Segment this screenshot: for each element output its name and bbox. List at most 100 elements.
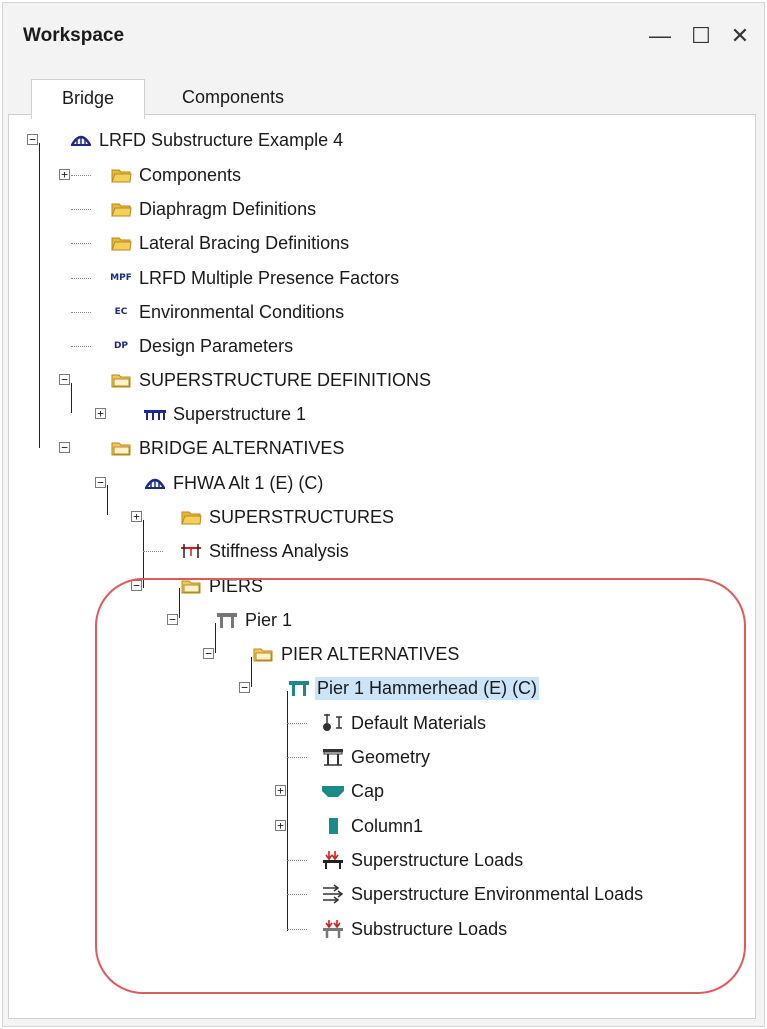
- tree-item-stiffness-analysis[interactable]: Stiffness Analysis: [179, 536, 351, 566]
- super-loads-icon: [321, 849, 345, 871]
- collapse-toggle[interactable]: −: [59, 442, 70, 453]
- expand-toggle[interactable]: +: [275, 785, 286, 796]
- tree-item-label: Default Materials: [351, 712, 487, 733]
- tree-item-label: SUPERSTRUCTURE DEFINITIONS: [139, 369, 432, 390]
- tree-item-superstructure-loads[interactable]: Superstructure Loads: [321, 845, 525, 875]
- geometry-icon: [321, 746, 345, 768]
- stiffness-icon: [179, 540, 203, 562]
- tree-item-bridge-alternatives[interactable]: BRIDGE ALTERNATIVES: [109, 433, 346, 463]
- folder-icon: [109, 198, 133, 220]
- tree-item-label: Superstructure Environmental Loads: [351, 883, 644, 904]
- dp-abbr: DP: [113, 341, 129, 351]
- pier-teal-icon: [287, 677, 311, 699]
- minimize-button[interactable]: —: [643, 19, 677, 53]
- bridge-tree: − + − + − − + − − − − + + LRFD Substruct…: [8, 114, 756, 1019]
- tree-item-diaphragm-definitions[interactable]: Diaphragm Definitions: [109, 194, 318, 224]
- tree-line: [107, 485, 108, 515]
- expand-toggle[interactable]: +: [131, 511, 142, 522]
- folder-icon: [109, 164, 133, 186]
- collapse-toggle[interactable]: −: [167, 614, 178, 625]
- tree-branch: [71, 209, 91, 210]
- tree-item-substructure-loads[interactable]: Substructure Loads: [321, 914, 509, 944]
- ec-icon: EC: [109, 301, 133, 323]
- tree-item-pier-alternatives[interactable]: PIER ALTERNATIVES: [251, 639, 461, 669]
- tree-item-label: Column1: [351, 815, 424, 836]
- tree-item-multiple-presence-factors[interactable]: MPF LRFD Multiple Presence Factors: [109, 263, 401, 293]
- tree-branch: [71, 243, 91, 244]
- collapse-toggle[interactable]: −: [95, 477, 106, 488]
- tree-item-geometry[interactable]: Geometry: [321, 742, 432, 772]
- cap-icon: [321, 780, 345, 802]
- girder-icon: [143, 403, 167, 425]
- tree-item-superstructure-1[interactable]: Superstructure 1: [143, 399, 308, 429]
- tree-item-superstructure-definitions[interactable]: SUPERSTRUCTURE DEFINITIONS: [109, 365, 433, 395]
- collapse-toggle[interactable]: −: [59, 374, 70, 385]
- tree-item-label: SUPERSTRUCTURES: [209, 506, 395, 527]
- tab-bridge[interactable]: Bridge: [31, 79, 145, 119]
- tree-item-label: Superstructure Loads: [351, 849, 524, 870]
- tree-branch: [287, 929, 307, 930]
- tree-item-label: Components: [139, 164, 242, 185]
- tree-item-fhwa-alt-1[interactable]: FHWA Alt 1 (E) (C): [143, 468, 325, 498]
- expand-toggle[interactable]: +: [275, 820, 286, 831]
- close-button[interactable]: ✕: [723, 19, 757, 53]
- tree-item-default-materials[interactable]: Default Materials: [321, 708, 488, 738]
- tab-components[interactable]: Components: [151, 79, 315, 119]
- tree-item-label: Pier 1: [245, 609, 293, 630]
- tree-item-label: LRFD Multiple Presence Factors: [139, 267, 400, 288]
- collapse-toggle[interactable]: −: [239, 682, 250, 693]
- tree-branch: [287, 860, 307, 861]
- tree-line: [287, 691, 288, 931]
- tree-branch: [287, 894, 307, 895]
- tree-root-label: LRFD Substructure Example 4: [99, 129, 344, 150]
- tree-item-label: Lateral Bracing Definitions: [139, 232, 350, 253]
- bridge-arch-icon: [143, 472, 167, 494]
- tree-item-environmental-conditions[interactable]: EC Environmental Conditions: [109, 297, 346, 327]
- tree-item-label: PIER ALTERNATIVES: [281, 643, 460, 664]
- expand-toggle[interactable]: +: [95, 408, 106, 419]
- window-title: Workspace: [23, 25, 125, 46]
- dp-icon: DP: [109, 335, 133, 357]
- tree-item-label: BRIDGE ALTERNATIVES: [139, 437, 345, 458]
- tree-item-superstructure-environmental-loads[interactable]: Superstructure Environmental Loads: [321, 879, 645, 909]
- tree-item-label-selected: Pier 1 Hammerhead (E) (C): [315, 676, 540, 700]
- tree-item-label: Substructure Loads: [351, 918, 508, 939]
- wind-loads-icon: [321, 883, 345, 905]
- sub-loads-icon: [321, 918, 345, 940]
- tree-item-label: PIERS: [209, 575, 264, 596]
- tree-item-cap[interactable]: Cap: [321, 776, 386, 806]
- tree-line: [39, 143, 40, 448]
- folder-open-icon: [179, 575, 203, 597]
- tree-item-column1[interactable]: Column1: [321, 811, 425, 841]
- tree-branch: [287, 757, 307, 758]
- tree-root[interactable]: LRFD Substructure Example 4: [69, 125, 345, 155]
- materials-icon: [321, 712, 345, 734]
- tree-item-label: Design Parameters: [139, 335, 294, 356]
- title-bar: Workspace — ☐ ✕: [3, 3, 764, 67]
- tab-strip: Bridge Components: [3, 79, 764, 119]
- expand-toggle[interactable]: +: [59, 169, 70, 180]
- collapse-toggle[interactable]: −: [131, 580, 142, 591]
- collapse-toggle[interactable]: −: [27, 134, 38, 145]
- collapse-toggle[interactable]: −: [203, 648, 214, 659]
- maximize-button[interactable]: ☐: [684, 19, 718, 53]
- mpf-abbr: MPF: [110, 273, 132, 283]
- tree-item-pier-1-hammerhead[interactable]: Pier 1 Hammerhead (E) (C): [287, 673, 540, 703]
- tree-item-components[interactable]: Components: [109, 160, 243, 190]
- tree-item-piers[interactable]: PIERS: [179, 571, 265, 601]
- column-icon: [321, 815, 345, 837]
- folder-open-icon: [251, 643, 275, 665]
- tree-branch: [71, 312, 91, 313]
- bridge-arch-icon: [69, 129, 93, 151]
- tree-item-label: Stiffness Analysis: [209, 540, 349, 561]
- tree-item-label: Diaphragm Definitions: [139, 198, 317, 219]
- tree-item-label: Cap: [351, 780, 385, 801]
- tree-item-label: Environmental Conditions: [139, 301, 345, 322]
- tree-item-design-parameters[interactable]: DP Design Parameters: [109, 331, 295, 361]
- tree-item-superstructures[interactable]: SUPERSTRUCTURES: [179, 502, 396, 532]
- tree-branch: [71, 278, 91, 279]
- pier-icon: [215, 609, 239, 631]
- tree-item-pier-1[interactable]: Pier 1: [215, 605, 294, 635]
- tree-branch: [71, 346, 91, 347]
- tree-item-lateral-bracing[interactable]: Lateral Bracing Definitions: [109, 228, 351, 258]
